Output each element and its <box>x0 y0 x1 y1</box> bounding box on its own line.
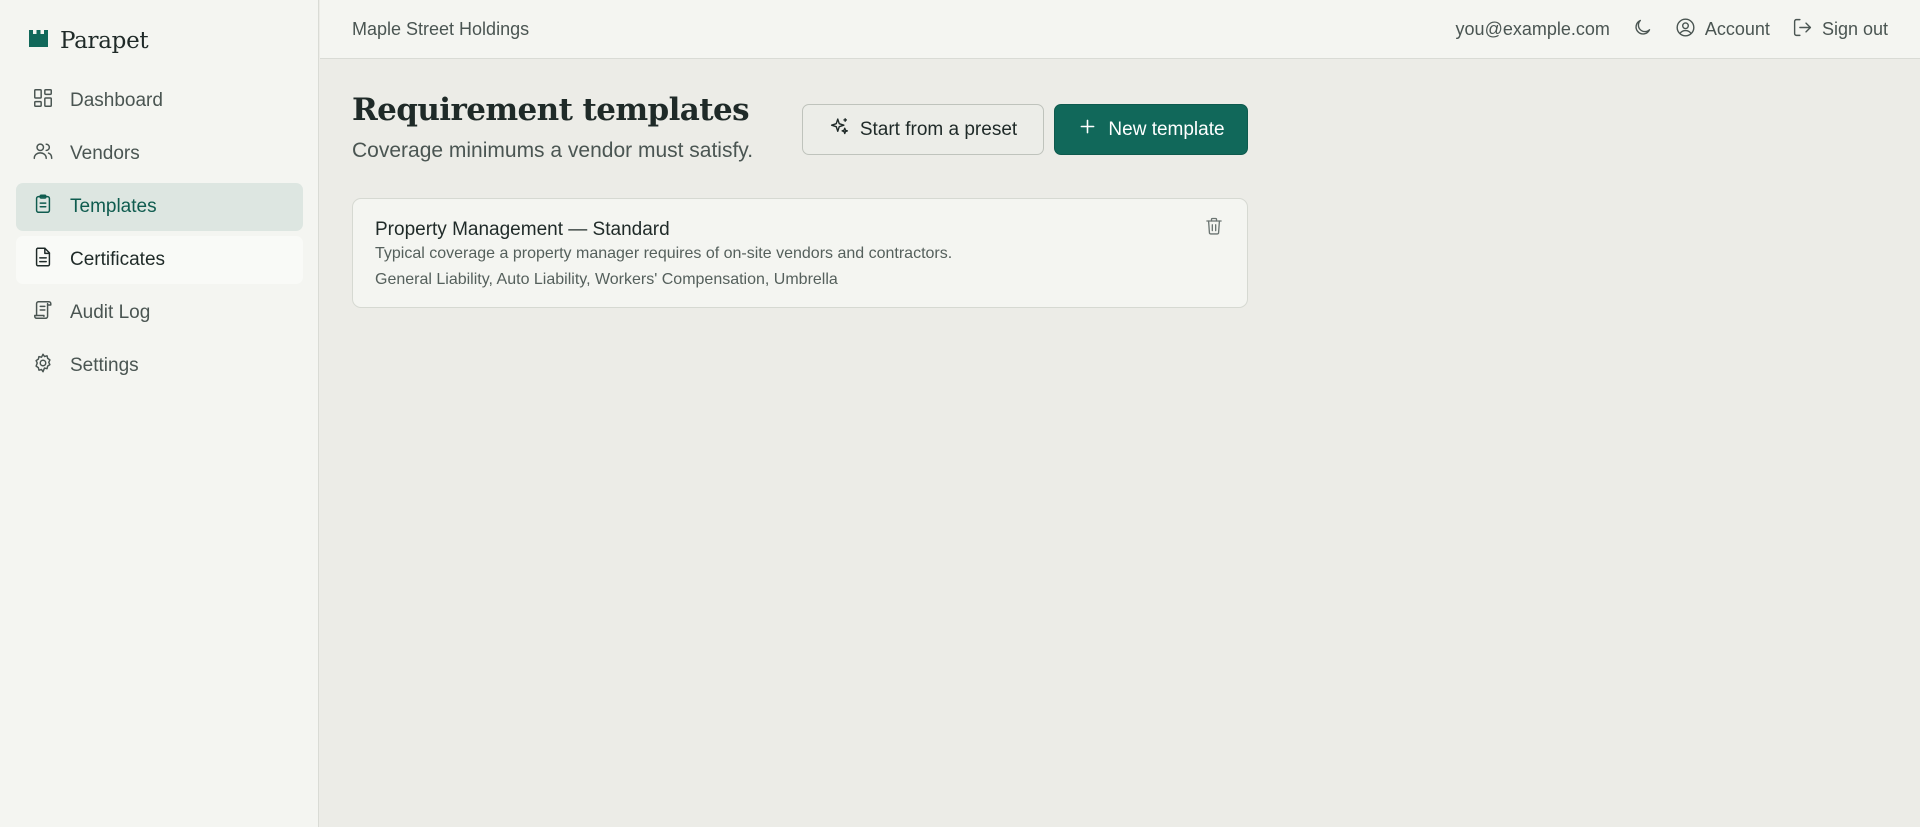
sidebar-item-label: Dashboard <box>70 90 163 111</box>
start-from-preset-button[interactable]: Start from a preset <box>802 104 1044 155</box>
account-link[interactable]: Account <box>1675 17 1770 43</box>
user-circle-icon <box>1675 17 1696 43</box>
theme-toggle-button[interactable] <box>1632 17 1653 43</box>
new-template-label: New template <box>1108 118 1225 140</box>
sign-out-icon <box>1792 17 1813 43</box>
account-label: Account <box>1704 19 1770 39</box>
scroll-icon <box>32 299 54 327</box>
new-template-button[interactable]: New template <box>1054 104 1248 155</box>
plus-icon <box>1077 116 1098 143</box>
sidebar-item-label: Certificates <box>70 249 166 270</box>
sidebar-item-label: Vendors <box>70 143 140 164</box>
template-card[interactable]: Property Management — Standard Typical c… <box>352 198 1248 308</box>
sidebar-item-settings[interactable]: Settings <box>16 342 303 390</box>
delete-template-button[interactable] <box>1201 215 1227 241</box>
sidebar-item-label: Templates <box>70 196 157 217</box>
brand-name: Parapet <box>60 28 149 54</box>
organization-name[interactable]: Maple Street Holdings <box>352 19 529 40</box>
template-description: Typical coverage a property manager requ… <box>375 245 953 262</box>
sparkle-icon <box>829 116 850 143</box>
trash-icon <box>1204 216 1224 241</box>
page-subtitle: Coverage minimums a vendor must satisfy. <box>352 139 754 162</box>
castle-icon <box>29 30 48 52</box>
gear-icon <box>32 352 54 380</box>
user-email: you@example.com <box>1455 19 1610 39</box>
sidebar-item-dashboard[interactable]: Dashboard <box>16 77 303 125</box>
sidebar-item-label: Audit Log <box>70 302 151 323</box>
sign-out-link[interactable]: Sign out <box>1792 17 1888 43</box>
sidebar-item-vendors[interactable]: Vendors <box>16 130 303 178</box>
document-icon <box>32 246 54 274</box>
sidebar-item-audit-log[interactable]: Audit Log <box>16 289 303 337</box>
dashboard-icon <box>32 87 54 115</box>
clipboard-icon <box>32 193 54 221</box>
sidebar: Parapet Dashboard Vendors Templates Cert… <box>0 0 319 827</box>
moon-icon <box>1632 17 1653 43</box>
top-bar-actions: you@example.com Account Sign out <box>1456 0 1888 59</box>
sidebar-item-label: Settings <box>70 355 139 376</box>
page-title: Requirement templates <box>352 92 750 128</box>
brand[interactable]: Parapet <box>29 24 149 58</box>
start-from-preset-label: Start from a preset <box>859 118 1018 140</box>
users-icon <box>32 140 54 168</box>
sign-out-label: Sign out <box>1821 19 1888 39</box>
template-coverages: General Liability, Auto Liability, Worke… <box>375 271 838 288</box>
sidebar-nav: Dashboard Vendors Templates Certificates… <box>16 77 303 395</box>
template-name: Property Management — Standard <box>375 219 670 240</box>
top-bar: Maple Street Holdings you@example.com Ac… <box>320 0 1920 59</box>
sidebar-item-certificates[interactable]: Certificates <box>16 236 303 284</box>
sidebar-item-templates[interactable]: Templates <box>16 183 303 231</box>
